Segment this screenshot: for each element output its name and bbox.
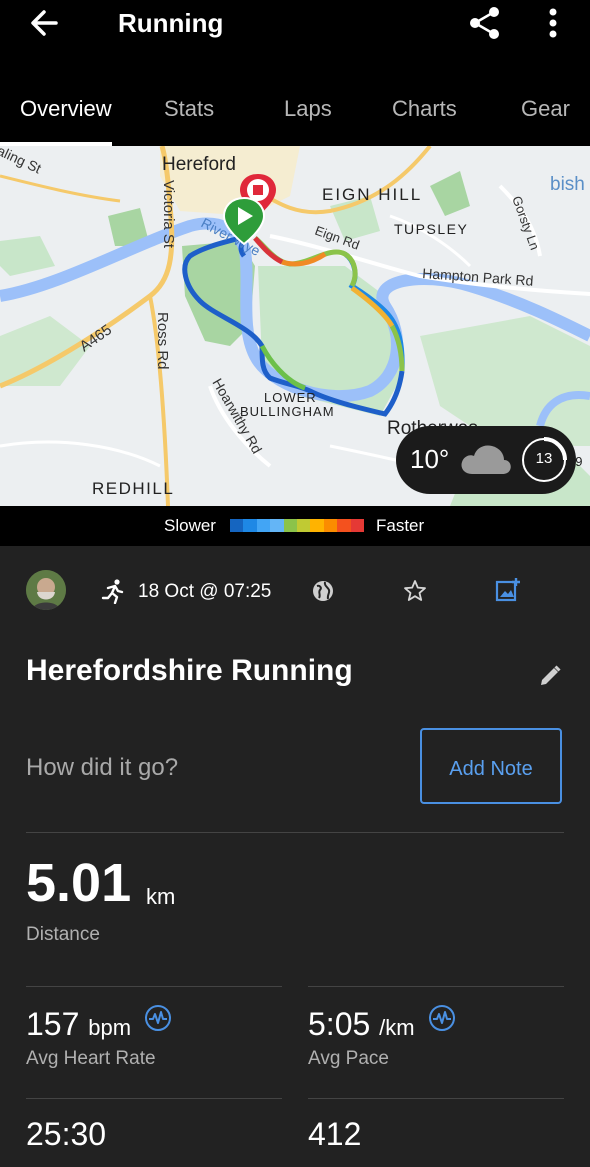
- edit-pencil-icon[interactable]: [536, 662, 564, 690]
- legend-color-segment: [230, 519, 244, 532]
- tab-gear[interactable]: Gear: [521, 96, 570, 122]
- legend-color-segment: [270, 519, 284, 532]
- cloud-icon: [461, 445, 511, 474]
- speed-gradient-bar: [230, 519, 365, 532]
- map-label-redhill: REDHILL: [92, 479, 174, 498]
- heart-rate-chart-icon[interactable]: [144, 1004, 172, 1032]
- route-map[interactable]: Hereford EIGN HILL TUPSLEY bish field Vi…: [0, 146, 590, 506]
- tab-stats[interactable]: Stats: [164, 96, 214, 122]
- legend-color-segment: [256, 519, 271, 532]
- activity-meta-row: 18 Oct @ 07:25: [0, 546, 590, 636]
- distance-label: Distance: [26, 924, 100, 945]
- distance-unit: km: [146, 884, 176, 909]
- legend-color-segment: [283, 519, 298, 532]
- legend-faster-label: Faster: [376, 516, 425, 535]
- globe-privacy-icon[interactable]: [310, 578, 336, 604]
- activity-date: 18 Oct @ 07:25: [138, 581, 272, 602]
- tab-bar: Overview Stats Laps Charts Gear: [0, 64, 590, 146]
- avatar[interactable]: [26, 570, 66, 610]
- heart-rate-unit: bpm: [88, 1015, 132, 1040]
- wind-speed-value: 13: [535, 450, 553, 467]
- legend-color-segment: [310, 519, 324, 532]
- heart-rate-value: 157: [26, 1006, 80, 1042]
- activity-name: Herefordshire Running: [26, 654, 353, 687]
- back-arrow-icon[interactable]: [26, 6, 66, 40]
- star-favorite-icon[interactable]: [402, 578, 428, 604]
- pace-value: 5:05: [308, 1006, 371, 1042]
- tab-laps[interactable]: Laps: [284, 96, 332, 122]
- top-app-bar: Running: [0, 0, 590, 64]
- map-label-hereford: Hereford: [162, 154, 236, 175]
- weather-temperature: 10°: [410, 444, 450, 474]
- distance-value: 5.01: [26, 853, 132, 913]
- legend-color-segment: [243, 519, 257, 532]
- map-label-lower: LOWER: [264, 390, 317, 405]
- time-value: 25:30: [26, 1116, 107, 1152]
- heart-rate-label: Avg Heart Rate: [26, 1048, 156, 1069]
- legend-slower-label: Slower: [164, 516, 216, 535]
- pace-stat: 5:05 /km: [308, 1006, 415, 1043]
- heart-rate-stat: 157 bpm: [26, 1006, 131, 1043]
- running-icon: [101, 579, 124, 604]
- legend-color-segment: [297, 519, 311, 532]
- divider: [308, 986, 564, 987]
- map-label-bullingham: BULLINGHAM: [240, 404, 335, 419]
- pace-label: Avg Pace: [308, 1048, 389, 1069]
- note-prompt: How did it go?: [26, 754, 179, 781]
- other-stat-value: 412: [308, 1116, 362, 1152]
- page-title: Running: [118, 8, 224, 38]
- map-label-bishopsfield: bish field: [550, 174, 590, 195]
- tab-overview[interactable]: Overview: [20, 96, 112, 122]
- more-options-icon[interactable]: [538, 6, 568, 40]
- activity-details: 18 Oct @ 07:25 Herefordshire Running How…: [0, 546, 590, 1167]
- divider: [308, 1098, 564, 1099]
- map-label-tupsley: TUPSLEY: [394, 221, 468, 237]
- divider: [26, 1098, 282, 1099]
- add-note-button[interactable]: Add Note: [420, 728, 562, 804]
- add-photo-icon[interactable]: [494, 576, 522, 604]
- map-label-eign-hill: EIGN HILL: [322, 185, 422, 204]
- map-label-ross-rd: Ross Rd: [154, 312, 171, 370]
- tab-charts[interactable]: Charts: [392, 96, 457, 122]
- divider: [26, 832, 564, 833]
- share-icon[interactable]: [466, 4, 504, 42]
- legend-color-segment: [350, 519, 365, 532]
- legend-color-segment: [337, 519, 351, 532]
- weather-widget[interactable]: 10° 13: [396, 426, 576, 494]
- pace-unit: /km: [379, 1015, 415, 1040]
- map-label-victoria-st: Victoria St: [160, 180, 177, 249]
- divider: [26, 986, 282, 987]
- pace-chart-icon[interactable]: [428, 1004, 456, 1032]
- legend-color-segment: [323, 519, 338, 532]
- speed-legend: Slower Faster: [0, 506, 590, 546]
